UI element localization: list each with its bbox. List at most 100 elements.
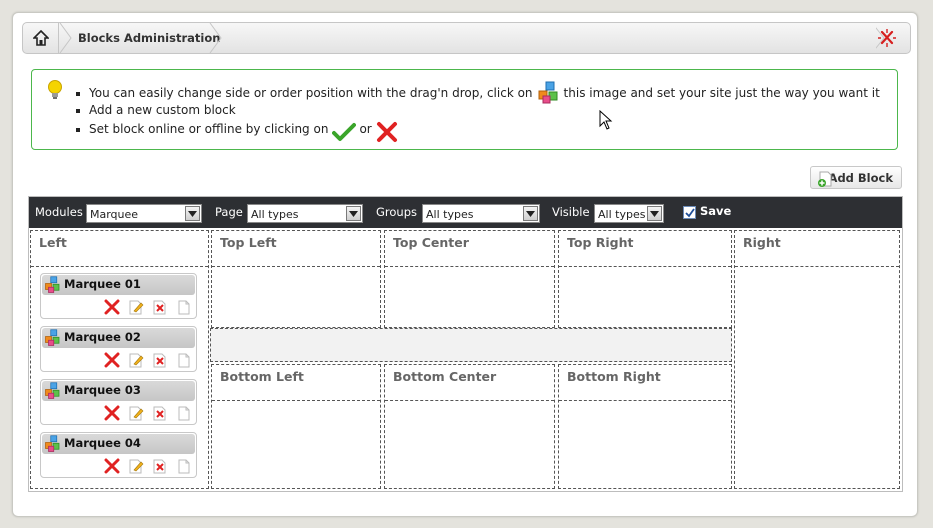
zone-bottom-right-title: Bottom Right xyxy=(559,365,731,401)
block-item[interactable]: Marquee 04 xyxy=(40,432,197,478)
lightbulb-icon xyxy=(48,80,62,99)
save-checkbox[interactable] xyxy=(683,206,696,219)
edit-icon[interactable] xyxy=(128,405,144,421)
zone-center[interactable] xyxy=(210,328,732,362)
delete-icon[interactable] xyxy=(104,405,120,421)
block-name: Marquee 02 xyxy=(64,330,141,344)
zone-top-right[interactable]: Top Right xyxy=(558,230,732,328)
document-icon[interactable] xyxy=(176,299,192,315)
zone-left-title: Left xyxy=(31,231,208,267)
breadcrumb: Blocks Administration xyxy=(22,22,911,54)
zone-right-title: Right xyxy=(735,231,899,267)
add-document-icon xyxy=(818,171,832,187)
offline-icon[interactable] xyxy=(152,458,168,474)
zone-right[interactable]: Right xyxy=(734,230,900,489)
block-header[interactable]: Marquee 03 xyxy=(42,381,195,401)
bullet xyxy=(76,108,80,113)
zone-top-left[interactable]: Top Left xyxy=(211,230,381,328)
info-text-3a: Set block online or offline by clicking … xyxy=(89,122,329,136)
info-line-1: You can easily change side or order posi… xyxy=(76,81,880,105)
info-box: You can easily change side or order posi… xyxy=(31,69,898,150)
filter-bar: Modules Marquee Page All types Groups Al… xyxy=(29,197,902,228)
zone-top-center-title: Top Center xyxy=(385,231,554,267)
groups-select-value: All types xyxy=(426,208,474,221)
blocks-grid: Modules Marquee Page All types Groups Al… xyxy=(28,196,903,492)
block-name: Marquee 03 xyxy=(64,383,141,397)
edit-icon[interactable] xyxy=(128,299,144,315)
drag-cube-icon xyxy=(45,276,60,293)
block-header[interactable]: Marquee 04 xyxy=(42,434,195,454)
add-block-button[interactable]: Add Block xyxy=(810,166,902,189)
delete-icon[interactable] xyxy=(104,458,120,474)
zones-area: Left Top Left Top Center Top Right Right… xyxy=(29,229,902,491)
chevron-down-icon xyxy=(346,206,361,221)
block-name: Marquee 01 xyxy=(64,277,141,291)
zone-bottom-left-title: Bottom Left xyxy=(212,365,380,401)
chevron-down-icon xyxy=(647,206,662,221)
info-text-3b: or xyxy=(359,122,372,136)
delete-icon[interactable] xyxy=(104,352,120,368)
document-icon[interactable] xyxy=(176,352,192,368)
edit-icon[interactable] xyxy=(128,458,144,474)
zone-bottom-left[interactable]: Bottom Left xyxy=(211,364,381,489)
modules-label: Modules xyxy=(35,205,83,219)
zone-bottom-center-title: Bottom Center xyxy=(385,365,554,401)
drag-cube-icon xyxy=(45,329,60,346)
red-x-icon xyxy=(376,122,397,142)
page-title: Blocks Administration xyxy=(78,31,221,45)
groups-select[interactable]: All types xyxy=(422,204,540,223)
document-icon[interactable] xyxy=(176,458,192,474)
home-icon xyxy=(32,30,49,46)
zone-top-center[interactable]: Top Center xyxy=(384,230,555,328)
offline-icon[interactable] xyxy=(152,299,168,315)
drag-cube-icon xyxy=(538,81,558,104)
block-actions xyxy=(104,405,192,421)
checkmark-icon xyxy=(684,207,695,217)
delete-icon[interactable] xyxy=(104,299,120,315)
zone-bottom-center[interactable]: Bottom Center xyxy=(384,364,555,489)
groups-label: Groups xyxy=(376,205,418,219)
blocks-admin-panel: Blocks Administration You can easily cha… xyxy=(12,12,918,517)
breadcrumb-separator xyxy=(209,23,222,53)
page-select[interactable]: All types xyxy=(247,204,363,223)
block-item[interactable]: Marquee 02 xyxy=(40,326,197,372)
block-actions xyxy=(104,458,192,474)
modules-select-value: Marquee xyxy=(90,208,139,221)
offline-icon[interactable] xyxy=(152,405,168,421)
bullet xyxy=(76,127,80,132)
block-name: Marquee 04 xyxy=(64,436,141,450)
offline-icon[interactable] xyxy=(152,352,168,368)
zone-top-left-title: Top Left xyxy=(212,231,380,267)
drag-cube-icon xyxy=(45,435,60,452)
page-select-value: All types xyxy=(251,208,299,221)
block-header[interactable]: Marquee 01 xyxy=(42,275,195,295)
document-icon[interactable] xyxy=(176,405,192,421)
chevron-down-icon xyxy=(185,206,200,221)
block-item[interactable]: Marquee 01 xyxy=(40,273,197,319)
close-icon xyxy=(876,27,896,49)
info-text-1b: this image and set your site just the wa… xyxy=(563,86,880,100)
drag-cube-icon xyxy=(45,382,60,399)
home-button[interactable] xyxy=(23,23,59,53)
modules-select[interactable]: Marquee xyxy=(86,204,202,223)
visible-select[interactable]: All types xyxy=(594,204,664,223)
chevron-down-icon xyxy=(523,206,538,221)
page-label: Page xyxy=(215,205,243,219)
visible-label: Visible xyxy=(552,205,590,219)
checkmark-icon xyxy=(332,123,357,141)
info-line-3: Set block online or offline by clicking … xyxy=(76,115,398,143)
zone-top-right-title: Top Right xyxy=(559,231,731,267)
block-actions xyxy=(104,352,192,368)
breadcrumb-separator xyxy=(59,23,72,53)
close-button[interactable] xyxy=(864,23,910,53)
zone-bottom-right[interactable]: Bottom Right xyxy=(558,364,732,489)
block-header[interactable]: Marquee 02 xyxy=(42,328,195,348)
bullet xyxy=(76,91,80,96)
block-actions xyxy=(104,299,192,315)
save-label[interactable]: Save xyxy=(700,204,731,218)
block-item[interactable]: Marquee 03 xyxy=(40,379,197,425)
mouse-cursor-icon xyxy=(599,110,613,130)
add-block-label: Add Block xyxy=(828,170,893,185)
edit-icon[interactable] xyxy=(128,352,144,368)
info-text-1a: You can easily change side or order posi… xyxy=(89,86,533,100)
